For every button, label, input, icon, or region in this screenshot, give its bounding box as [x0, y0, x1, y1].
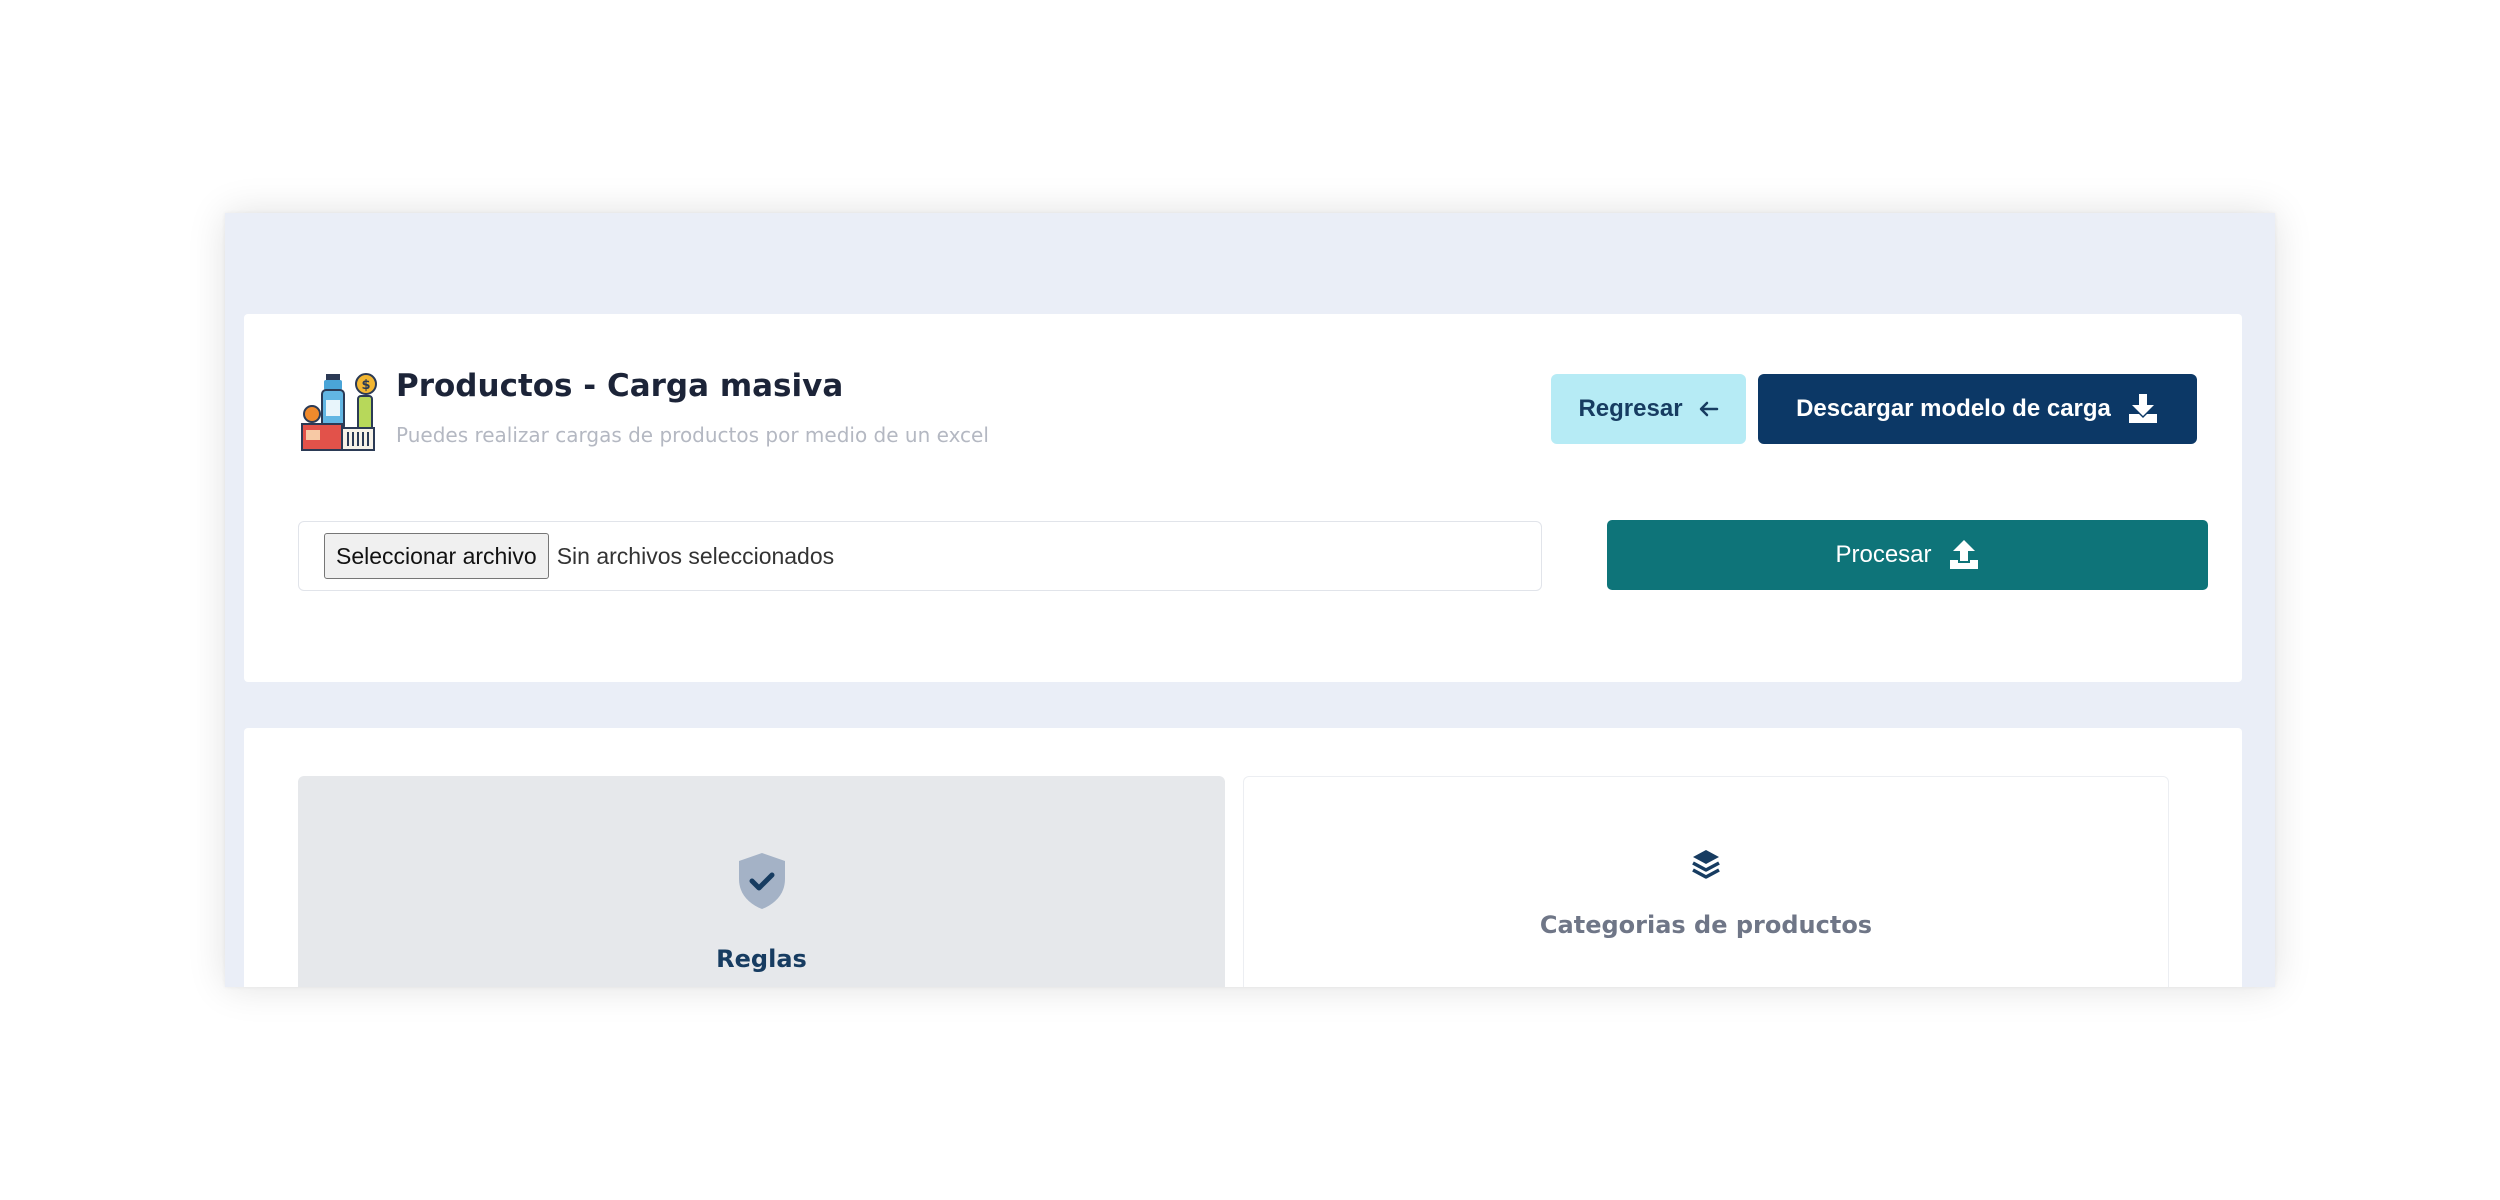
layers-icon	[1692, 850, 1720, 879]
tab-rules-label: Reglas	[716, 945, 807, 973]
file-input[interactable]: Seleccionar archivo Sin archivos selecci…	[298, 521, 1542, 591]
arrow-left-icon	[1699, 401, 1718, 417]
download-icon	[2128, 394, 2157, 423]
page-subtitle: Puedes realizar cargas de productos por …	[396, 423, 989, 447]
tab-rules[interactable]: Reglas	[298, 776, 1225, 987]
svg-text:$: $	[361, 378, 370, 393]
upload-icon	[1949, 540, 1978, 569]
tab-categories-label: Categorias de productos	[1539, 911, 1873, 939]
back-button[interactable]: Regresar	[1551, 374, 1746, 444]
tab-categories[interactable]: Categorias de productos	[1243, 776, 2169, 987]
download-template-button[interactable]: Descargar modelo de carga	[1758, 374, 2197, 444]
process-button[interactable]: Procesar	[1607, 520, 2208, 590]
file-status-text: Sin archivos seleccionados	[556, 542, 835, 569]
products-icon: $	[301, 373, 377, 451]
page-title: Productos - Carga masiva	[396, 368, 844, 404]
choose-file-button[interactable]: Seleccionar archivo	[324, 533, 549, 579]
upload-card: $ Productos - Carga masiva Puedes realiz…	[244, 314, 2242, 682]
shield-check-icon	[738, 853, 785, 909]
info-tabs-card: Reglas Categorias de productos	[244, 728, 2242, 987]
app-window: $ Productos - Carga masiva Puedes realiz…	[225, 213, 2275, 987]
back-button-label: Regresar	[1578, 395, 1683, 422]
download-button-label: Descargar modelo de carga	[1796, 395, 2111, 422]
process-button-label: Procesar	[1835, 541, 1932, 568]
